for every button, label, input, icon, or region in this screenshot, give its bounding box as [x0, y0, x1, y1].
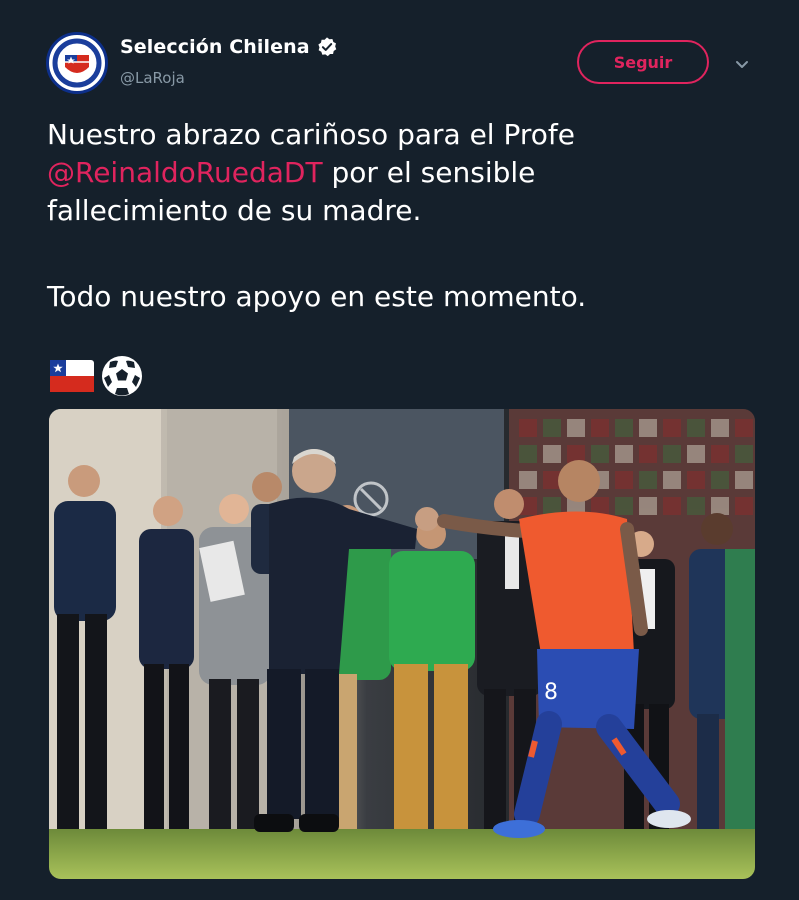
tweet-header: Selección Chilena @LaRoja Seguir: [46, 32, 761, 94]
tweet-text-line-1: Nuestro abrazo cariñoso para el Profe: [47, 118, 575, 151]
tweet-line: Todo nuestro apoyo en este momento.: [47, 278, 767, 316]
account-handle[interactable]: @LaRoja: [120, 69, 185, 87]
tweet-photo[interactable]: 8: [49, 409, 755, 879]
tweet-text: Nuestro abrazo cariñoso para el Profe @R…: [47, 116, 767, 316]
display-name[interactable]: Selección Chilena: [120, 36, 310, 58]
photo-handshake-players: 8: [49, 409, 755, 879]
chile-flag-icon: [50, 360, 94, 396]
tweet-text-line-3: fallecimiento de su madre.: [47, 194, 422, 227]
mention-link[interactable]: @ReinaldoRuedaDT: [47, 156, 323, 189]
svg-text:8: 8: [544, 680, 558, 705]
tweet-text-line-4: Todo nuestro apoyo en este momento.: [47, 280, 587, 313]
verified-badge-icon: [316, 36, 338, 58]
tweet-line: @ReinaldoRuedaDT por el sensible: [47, 154, 767, 192]
avatar[interactable]: [46, 32, 108, 94]
name-row: Selección Chilena: [120, 36, 338, 58]
tweet-text-line-2: por el sensible: [322, 156, 536, 189]
chile-football-crest-icon: [50, 36, 104, 90]
chevron-down-icon[interactable]: [732, 54, 752, 74]
soccer-ball-icon: [100, 354, 144, 402]
follow-button[interactable]: Seguir: [577, 40, 709, 84]
tweet-line: fallecimiento de su madre.: [47, 192, 767, 230]
tweet-line: Nuestro abrazo cariñoso para el Profe: [47, 116, 767, 154]
emoji-row: [50, 354, 144, 402]
